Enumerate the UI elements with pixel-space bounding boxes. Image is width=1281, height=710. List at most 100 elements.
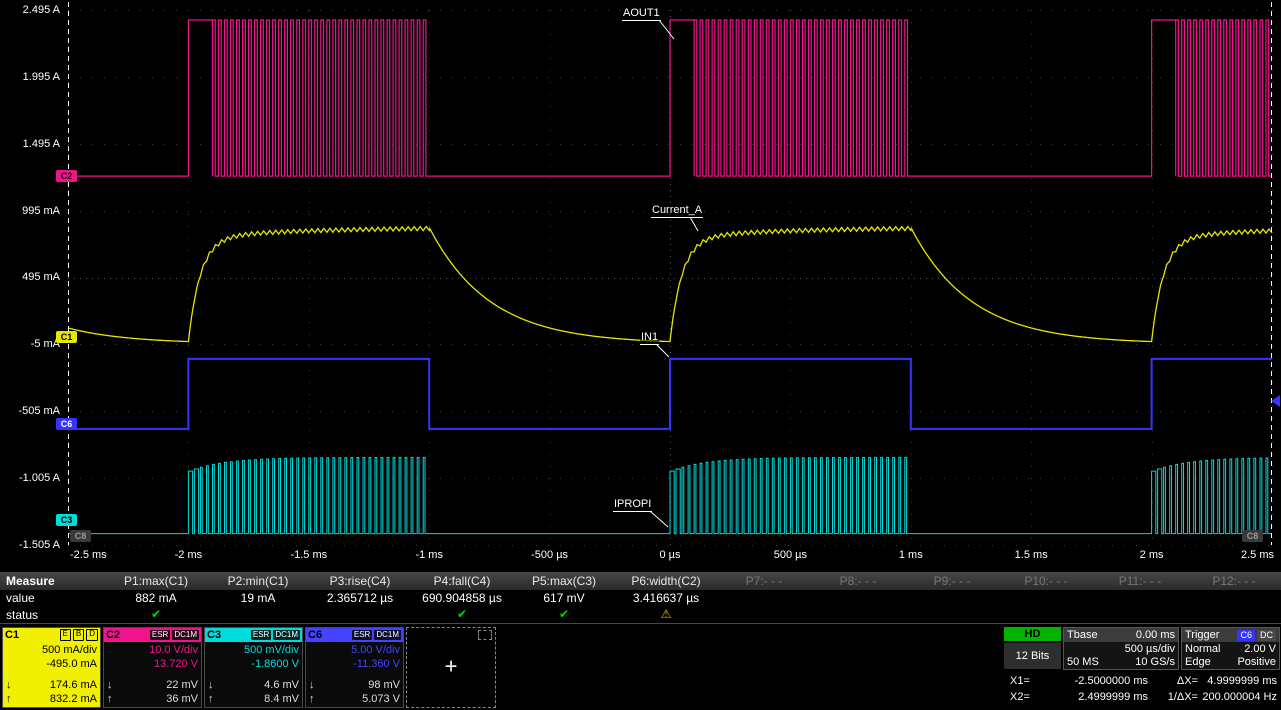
measure-p3-header[interactable]: P3:rise(C4) — [309, 573, 411, 590]
measure-p9-header[interactable]: P9:- - - — [905, 573, 999, 590]
x-axis-label: -500 µs — [531, 549, 568, 561]
hd-mode-badge[interactable]: HD — [1004, 627, 1061, 641]
measure-p5-header[interactable]: P5:max(C3) — [513, 573, 615, 590]
channel-descriptor-c6[interactable]: C6ESRDC1M5.00 V/div-11.360 V↓98 mV↑5.073… — [305, 627, 404, 708]
channel-marker-c8[interactable]: C8 — [1242, 530, 1263, 542]
measure-p10-status — [999, 607, 1093, 623]
trace-in1 — [68, 359, 1272, 429]
descriptor-badge: B — [73, 629, 84, 641]
trace-ipropi — [68, 457, 1272, 533]
trace-label-current_a[interactable]: Current_A — [651, 204, 703, 218]
measure-p2-value: 19 mA — [207, 590, 309, 607]
trigger-type: Edge — [1185, 655, 1211, 668]
descriptor-badge: DC1M — [374, 630, 401, 640]
measure-p2-status — [207, 607, 309, 623]
trigger-level-marker[interactable] — [1271, 395, 1280, 407]
measure-p4-header[interactable]: P4:fall(C4) — [411, 573, 513, 590]
bottom-panel: C1EBD500 mA/div-495.0 mA↓174.6 mA↑832.2 … — [0, 624, 1281, 710]
measure-p5-value: 617 mV — [513, 590, 615, 607]
y-axis-label: 495 mA — [2, 271, 60, 283]
channel-marker-c2[interactable]: C2 — [56, 170, 77, 182]
measure-p11-value — [1093, 590, 1187, 607]
stat-max: 8.4 mV — [264, 692, 299, 706]
y-axis-label: -1.005 A — [2, 472, 60, 484]
label-leader-line — [659, 20, 674, 39]
x-axis-label: 0 µs — [659, 549, 680, 561]
trace-label-in1[interactable]: IN1 — [640, 331, 659, 345]
trace-label-aout1[interactable]: AOUT1 — [622, 7, 661, 21]
timebase-sample-rate: 10 GS/s — [1135, 655, 1175, 668]
label-leader-line — [690, 217, 698, 231]
cursor-readout: X1= -2.5000000 ms ΔX= 4.9999999 ms X2= 2… — [1004, 673, 1281, 705]
x-axis-label: 500 µs — [774, 549, 807, 561]
measure-p11-header[interactable]: P11:- - - — [1093, 573, 1187, 590]
trigger-coupling-badge: DC — [1257, 630, 1276, 641]
trace-current_a — [68, 227, 1272, 342]
vertical-scale: 500 mV/div — [208, 643, 299, 657]
descriptor-badge: D — [86, 629, 98, 641]
crosshair-icon: + — [445, 653, 458, 679]
cursor-invdx-label: 1/ΔX= — [1152, 689, 1198, 705]
x-axis-label: -2 ms — [175, 549, 203, 561]
measure-p7-value — [717, 590, 811, 607]
status-row-label: status — [0, 607, 105, 623]
measure-table: MeasureP1:max(C1)P2:min(C1)P3:rise(C4)P4… — [0, 572, 1281, 624]
channel-marker-c3[interactable]: C3 — [56, 514, 77, 526]
channel-marker-c6[interactable]: C6 — [56, 418, 77, 430]
x-axis-label: 2.5 ms — [1241, 549, 1274, 561]
min-arrow-icon: ↓ — [6, 678, 12, 692]
channel-id: C1 — [5, 629, 19, 641]
timebase-delay: 0.00 ms — [1136, 628, 1175, 642]
waveform-display[interactable] — [0, 0, 1281, 546]
measure-p9-status — [905, 607, 999, 623]
y-axis-label: 995 mA — [2, 205, 60, 217]
channel-descriptor-c1[interactable]: C1EBD500 mA/div-495.0 mA↓174.6 mA↑832.2 … — [2, 627, 101, 708]
trigger-box[interactable]: Trigger C6 DC Normal 2.00 V Edge Positiv… — [1181, 627, 1280, 670]
trace-label-ipropi[interactable]: IPROPI — [613, 498, 652, 512]
y-axis-label: 2.495 A — [2, 4, 60, 16]
measure-p8-header[interactable]: P8:- - - — [811, 573, 905, 590]
trigger-mode: Normal — [1185, 642, 1220, 655]
stat-max: 5.073 V — [362, 692, 400, 706]
channel-marker-c8[interactable]: C8 — [70, 530, 91, 542]
measure-p3-value: 2.365712 µs — [309, 590, 411, 607]
y-axis-label: 1.495 A — [2, 138, 60, 150]
measure-p6-header[interactable]: P6:width(C2) — [615, 573, 717, 590]
max-arrow-icon: ↑ — [107, 692, 113, 706]
min-arrow-icon: ↓ — [208, 678, 214, 692]
measure-p12-header[interactable]: P12:- - - — [1187, 573, 1281, 590]
measure-p12-value — [1187, 590, 1281, 607]
max-arrow-icon: ↑ — [208, 692, 214, 706]
measure-p11-status — [1093, 607, 1187, 623]
measure-p7-header[interactable]: P7:- - - — [717, 573, 811, 590]
channel-id: C6 — [308, 629, 322, 641]
vertical-scale: 10.0 V/div — [107, 643, 198, 657]
descriptor-badge: DC1M — [273, 630, 300, 640]
measure-p2-header[interactable]: P2:min(C1) — [207, 573, 309, 590]
cursor-dx-value: 4.9999999 ms — [1198, 673, 1281, 689]
timebase-label: Tbase — [1067, 628, 1098, 642]
vertical-offset: -495.0 mA — [6, 657, 97, 671]
min-arrow-icon: ↓ — [107, 678, 113, 692]
cursor-x1-label: X1= — [1004, 673, 1040, 689]
measure-p1-header[interactable]: P1:max(C1) — [105, 573, 207, 590]
measure-p10-header[interactable]: P10:- - - — [999, 573, 1093, 590]
timebase-samples: 50 MS — [1067, 655, 1099, 668]
descriptor-badge: ESR — [150, 630, 170, 640]
channel-descriptor-c3[interactable]: C3ESRDC1M500 mV/div-1.8600 V↓4.6 mV↑8.4 … — [204, 627, 303, 708]
channel-descriptor-c2[interactable]: C2ESRDC1M10.0 V/div13.720 V↓22 mV↑36 mV — [103, 627, 202, 708]
measure-p1-value: 882 mA — [105, 590, 207, 607]
measure-p7-status — [717, 607, 811, 623]
drop-target-box[interactable]: + — [406, 627, 496, 708]
vertical-scale: 5.00 V/div — [309, 643, 400, 657]
descriptor-badge: DC1M — [172, 630, 199, 640]
y-axis-label: -505 mA — [2, 405, 60, 417]
trigger-source-badge: C6 — [1237, 630, 1255, 641]
resolution-badge: 12 Bits — [1004, 643, 1061, 669]
channel-marker-c1[interactable]: C1 — [56, 331, 77, 343]
plot-area: 2.495 A1.995 A1.495 A995 mA495 mA-5 mA-5… — [0, 0, 1281, 546]
value-row-label: value — [0, 590, 105, 607]
x-axis-label: 1.5 ms — [1015, 549, 1048, 561]
timebase-box[interactable]: Tbase 0.00 ms 500 µs/div 50 MS 10 GS/s — [1063, 627, 1179, 670]
measure-p9-value — [905, 590, 999, 607]
